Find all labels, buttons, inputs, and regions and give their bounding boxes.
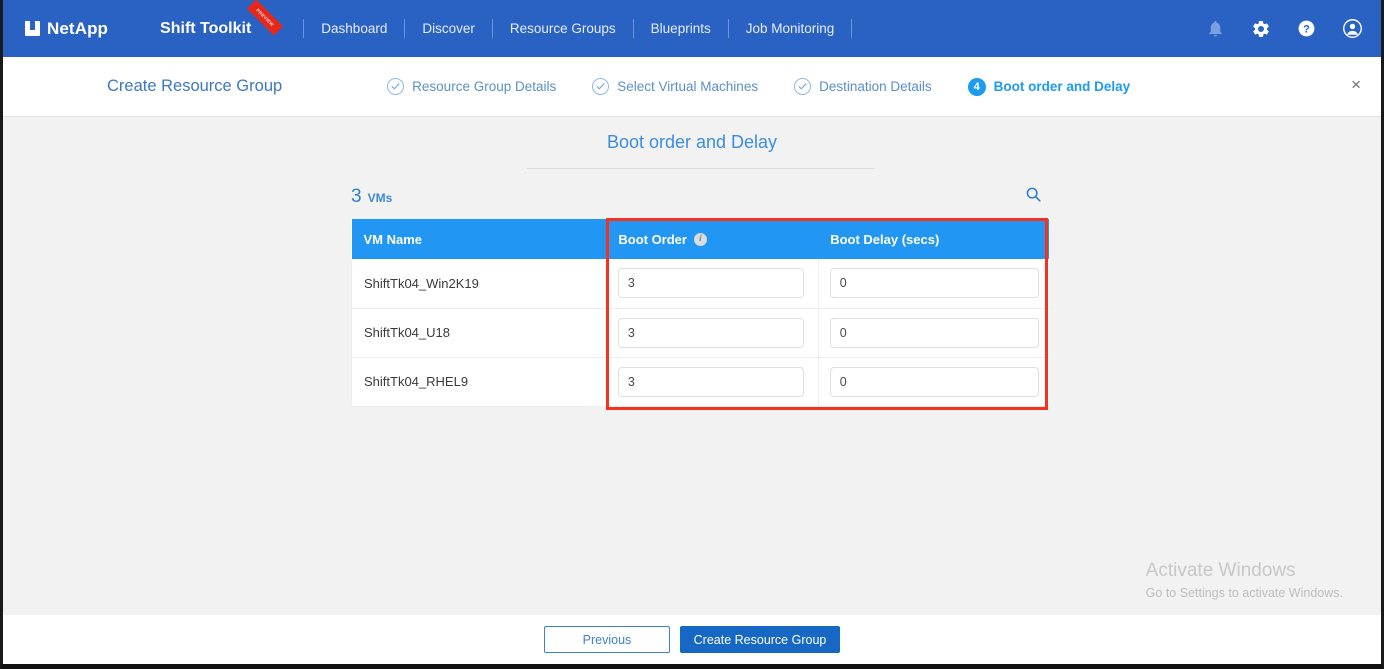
- boot-order-input[interactable]: [617, 268, 804, 299]
- application-window: NetApp Shift Toolkit PREVIEW Dashboard D…: [0, 0, 1384, 669]
- watermark-title: Activate Windows: [1145, 560, 1296, 581]
- column-header-vm-name[interactable]: VM Name: [351, 219, 607, 259]
- nav-item-job-monitoring[interactable]: Job Monitoring: [729, 20, 852, 38]
- column-header-label: Boot Delay (secs): [830, 231, 940, 247]
- boot-order-table: VM Name Boot Order i Boot Delay (secs) S…: [351, 219, 1049, 407]
- close-icon[interactable]: ×: [1351, 76, 1361, 94]
- cell-boot-order: [605, 259, 819, 309]
- cell-boot-delay: [817, 357, 1049, 407]
- boot-order-input[interactable]: [617, 317, 804, 348]
- boot-order-input[interactable]: [617, 366, 804, 397]
- cell-vm-name: ShiftTk04_U18: [351, 308, 607, 358]
- column-header-label: VM Name: [363, 231, 423, 247]
- cell-vm-name: ShiftTk04_RHEL9: [351, 357, 607, 407]
- previous-button[interactable]: Previous: [544, 626, 670, 653]
- help-question-icon[interactable]: ?: [1297, 19, 1316, 38]
- netapp-mark-icon: [25, 21, 40, 36]
- table-row: ShiftTk04_RHEL9: [351, 357, 1049, 407]
- wizard-step-label: Select Virtual Machines: [617, 79, 759, 94]
- table-row: ShiftTk04_Win2K19: [351, 259, 1049, 309]
- wizard-step-select-virtual-machines[interactable]: Select Virtual Machines: [592, 78, 758, 95]
- cell-boot-order: [605, 308, 819, 358]
- main-content-area: Boot order and Delay 3 VMs VM Name Boot …: [3, 118, 1381, 615]
- vm-count: 3 VMs: [351, 186, 392, 208]
- wizard-title: Create Resource Group: [107, 77, 283, 95]
- notification-bell-icon[interactable]: [1206, 19, 1225, 38]
- wizard-steps: Resource Group Details Select Virtual Ma…: [387, 77, 1131, 96]
- preview-ribbon-badge: PREVIEW: [247, 0, 284, 36]
- cell-boot-delay: [817, 308, 1049, 358]
- nav-item-dashboard[interactable]: Dashboard: [304, 20, 404, 38]
- wizard-step-label: Resource Group Details: [412, 79, 557, 94]
- wizard-step-bar: Create Resource Group Resource Group Det…: [3, 57, 1381, 117]
- boot-delay-input[interactable]: [829, 268, 1039, 299]
- user-account-icon[interactable]: [1342, 18, 1363, 39]
- check-circle-icon: [794, 78, 812, 95]
- nav-item-discover[interactable]: Discover: [405, 20, 492, 38]
- cell-boot-order: [605, 357, 819, 407]
- preview-ribbon-label: PREVIEW: [255, 7, 276, 27]
- product-title: Shift Toolkit PREVIEW: [160, 0, 284, 38]
- cell-vm-name: ShiftTk04_Win2K19: [351, 259, 607, 309]
- top-bar-icon-group: ?: [1206, 0, 1363, 57]
- create-resource-group-button[interactable]: Create Resource Group: [680, 626, 840, 653]
- table-row: ShiftTk04_U18: [351, 308, 1049, 358]
- main-nav-links: Dashboard Discover Resource Groups Bluep…: [303, 15, 853, 43]
- nav-separator: [851, 19, 853, 38]
- vm-count-unit: VMs: [367, 191, 393, 205]
- search-icon[interactable]: [1021, 182, 1045, 206]
- netapp-logo[interactable]: NetApp: [25, 19, 108, 39]
- table-body: ShiftTk04_Win2K19 ShiftTk04_U18: [351, 259, 1049, 407]
- column-header-boot-order[interactable]: Boot Order i: [606, 219, 819, 259]
- boot-delay-input[interactable]: [829, 366, 1039, 397]
- wizard-step-resource-group-details[interactable]: Resource Group Details: [387, 78, 556, 95]
- nav-item-blueprints[interactable]: Blueprints: [634, 20, 728, 38]
- wizard-step-boot-order-and-delay[interactable]: 4 Boot order and Delay: [967, 77, 1131, 96]
- column-header-boot-delay[interactable]: Boot Delay (secs): [818, 219, 1049, 259]
- vm-count-number: 3: [351, 186, 362, 207]
- table-header-row: VM Name Boot Order i Boot Delay (secs): [351, 219, 1049, 259]
- nav-item-resource-groups[interactable]: Resource Groups: [493, 20, 633, 38]
- table-header: VM Name Boot Order i Boot Delay (secs): [351, 219, 1049, 259]
- wizard-footer: Previous Create Resource Group: [3, 615, 1381, 664]
- wizard-step-label: Boot order and Delay: [993, 79, 1131, 94]
- page-title: Boot order and Delay: [606, 132, 778, 152]
- title-divider: [527, 168, 875, 169]
- column-header-label: Boot Order: [618, 231, 687, 247]
- activate-windows-watermark: Activate Windows Go to Settings to activ…: [1146, 558, 1343, 602]
- watermark-subtitle: Go to Settings to activate Windows.: [1145, 586, 1343, 600]
- check-circle-icon: [592, 78, 610, 95]
- wizard-step-destination-details[interactable]: Destination Details: [794, 78, 932, 95]
- check-circle-icon: [387, 78, 405, 95]
- settings-gear-icon[interactable]: [1251, 19, 1271, 39]
- top-navigation-bar: NetApp Shift Toolkit PREVIEW Dashboard D…: [3, 0, 1381, 57]
- cell-boot-delay: [817, 259, 1049, 309]
- product-title-label: Shift Toolkit: [160, 19, 252, 37]
- info-icon[interactable]: i: [693, 232, 707, 246]
- step-number-badge: 4: [967, 77, 986, 96]
- boot-delay-input[interactable]: [829, 317, 1039, 348]
- wizard-step-label: Destination Details: [819, 79, 932, 94]
- svg-text:?: ?: [1303, 23, 1310, 35]
- netapp-brand-label: NetApp: [47, 18, 109, 38]
